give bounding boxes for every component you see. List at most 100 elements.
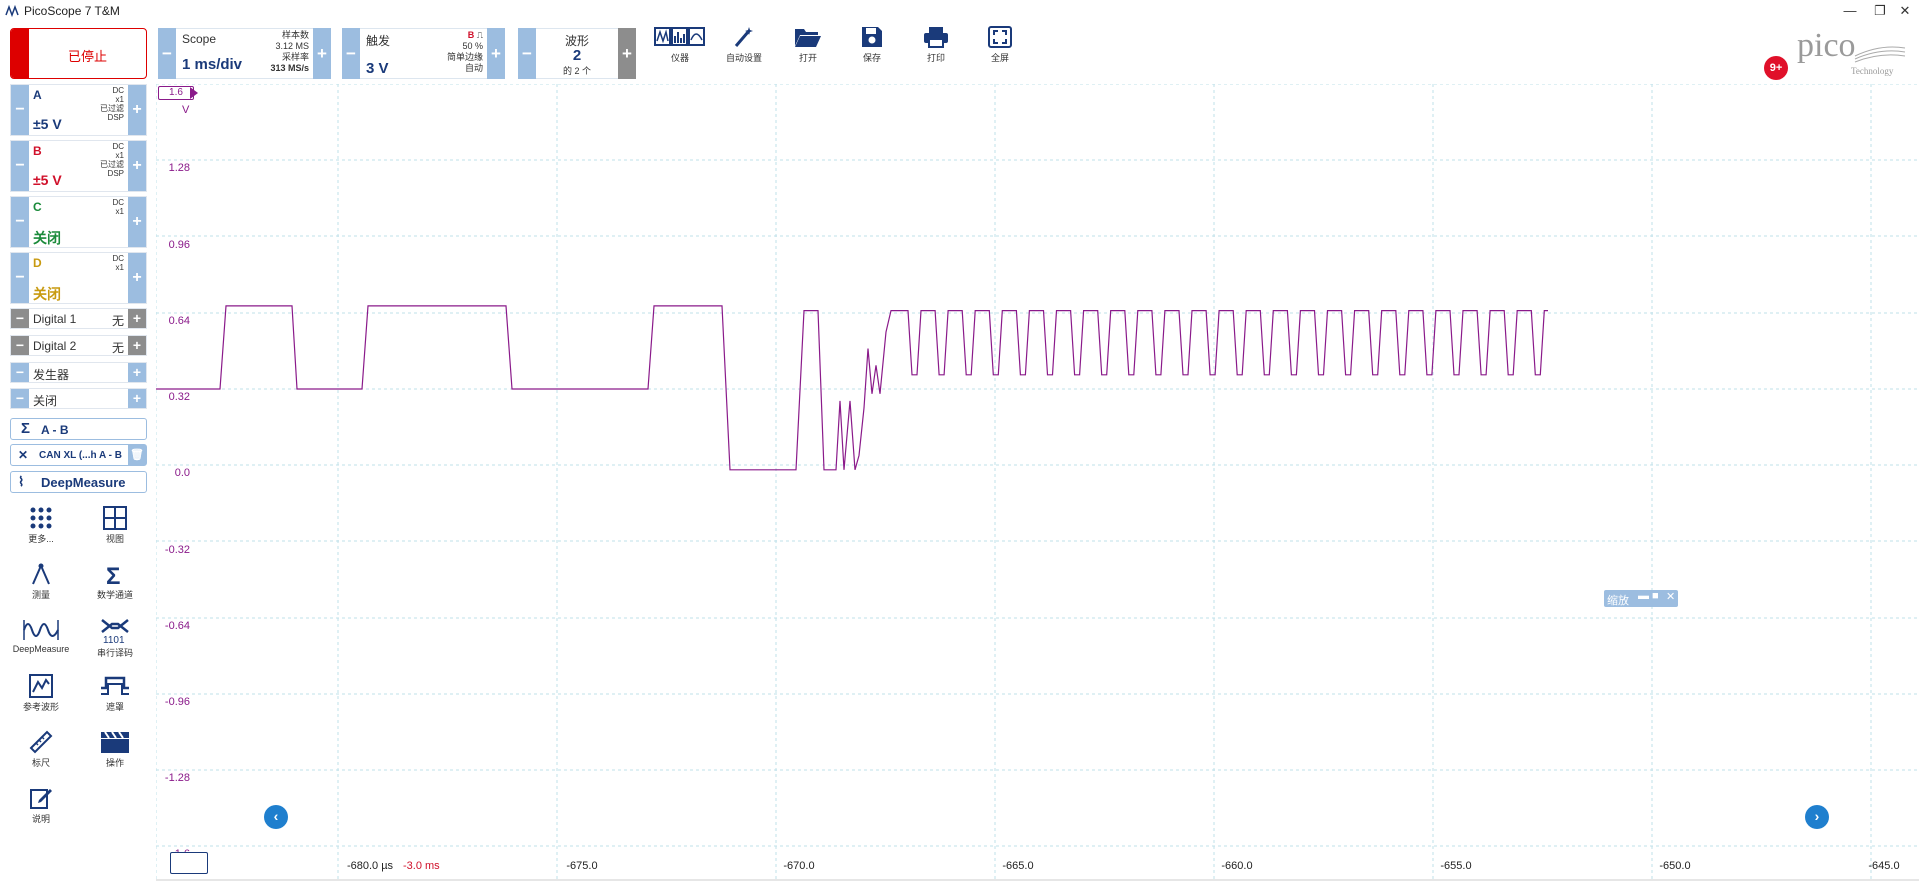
timebase-decrease-button[interactable]: − <box>158 28 176 79</box>
autosetup-button[interactable]: 自动设置 <box>716 26 772 74</box>
zoom-minimize-icon[interactable]: ▬ <box>1638 590 1649 602</box>
digital-2-minus[interactable]: − <box>11 336 29 355</box>
trigger-level: 3 V <box>366 60 389 77</box>
channel-d-control[interactable]: − D 关闭 DC x1 + <box>10 252 147 304</box>
x-axis-start-marker[interactable] <box>170 852 208 874</box>
serial-decode-icon-large: 1101 <box>101 619 129 644</box>
notes-button[interactable]: 说明 <box>6 786 76 838</box>
reference-waveform-button[interactable]: 参考波形 <box>6 674 76 726</box>
x-tick-label: -665.0 <box>1002 860 1034 872</box>
deepmeasure-label: DeepMeasure <box>41 475 126 490</box>
waveform-selector[interactable]: 波形 2 的 2 个 <box>536 28 618 79</box>
printer-icon <box>924 27 948 48</box>
scroll-left-button[interactable]: ‹ <box>264 805 288 829</box>
channel-b-range-up[interactable]: + <box>128 141 146 191</box>
math-channel-a-minus-b[interactable]: Σ A - B <box>10 418 147 440</box>
waveform-next-button[interactable]: + <box>618 28 636 79</box>
generator-state-control[interactable]: − 关闭 + <box>10 388 147 409</box>
generator-state-minus[interactable]: − <box>11 389 29 408</box>
digital-2-control[interactable]: − Digital 2 无 + <box>10 335 147 356</box>
print-button[interactable]: 打印 <box>908 26 964 74</box>
close-window-button[interactable]: ✕ <box>1885 0 1919 22</box>
digital-2-plus[interactable]: + <box>128 336 146 355</box>
decode-label: CAN XL (...h A - B <box>39 450 122 461</box>
measure-button[interactable]: 测量 <box>6 562 76 614</box>
zoom-close-icon[interactable]: ✕ <box>1666 590 1675 603</box>
can-xl-decoder[interactable]: ✕ CAN XL (...h A - B 🗑 <box>10 444 147 466</box>
scope-plot-area[interactable] <box>156 84 1919 885</box>
channel-a-control[interactable]: − A ±5 V DC x1 已过滤 DSP + <box>10 84 147 136</box>
y-tick-label: -0.32 <box>164 544 190 556</box>
serial-decoding-button[interactable]: 1101 串行译码 <box>80 618 150 670</box>
clapperboard-icon <box>101 731 129 753</box>
folder-open-icon <box>795 29 821 47</box>
trigger-control[interactable]: 触发 3 V B ⎍ 50 % 简单边缘 自动 <box>360 28 487 79</box>
channel-c-range: 关闭 <box>33 230 61 246</box>
channel-b-name: B <box>33 144 42 158</box>
sigma-icon-large: Σ <box>106 563 120 586</box>
fullscreen-icon <box>988 26 1012 48</box>
serial-decoding-label: 串行译码 <box>96 648 133 658</box>
generator-plus[interactable]: + <box>128 363 146 382</box>
instrument-button[interactable]: 仪器 <box>652 26 708 74</box>
scroll-right-button[interactable]: › <box>1805 805 1829 829</box>
y-axis-top-marker[interactable]: 1.6 <box>158 86 194 100</box>
timebase-label: Scope <box>182 32 217 46</box>
channel-d-range-up[interactable]: + <box>128 253 146 303</box>
math-channels-label: 数学通道 <box>96 590 133 600</box>
digital-1-plus[interactable]: + <box>128 309 146 328</box>
measure-compass-icon <box>32 563 50 585</box>
serial-decode-icon: ✕ <box>18 448 29 462</box>
channel-c-range-down[interactable]: − <box>11 197 29 247</box>
trigger-increase-button[interactable]: + <box>487 28 505 79</box>
digital-1-value: 无 <box>111 314 124 328</box>
timebase-increase-button[interactable]: + <box>313 28 331 79</box>
open-button[interactable]: 打开 <box>780 26 836 74</box>
channel-b-control[interactable]: − B ±5 V DC x1 已过滤 DSP + <box>10 140 147 192</box>
channel-d-range-down[interactable]: − <box>11 253 29 303</box>
trash-icon[interactable]: 🗑 <box>128 445 146 465</box>
print-label: 打印 <box>926 53 945 63</box>
save-button[interactable]: 保存 <box>844 26 900 74</box>
waveform-number: 2 <box>572 47 582 64</box>
ruler-button[interactable]: 标尺 <box>6 730 76 782</box>
waveform-previous-button[interactable]: − <box>518 28 536 79</box>
zoom-overview-box[interactable]: 缩放 ▬ ■ ✕ <box>1604 590 1678 607</box>
y-tick-label: -0.64 <box>164 620 190 632</box>
channel-c-control[interactable]: − C 关闭 DC x1 + <box>10 196 147 248</box>
deepmeasure-tool-label: DeepMeasure <box>12 644 70 654</box>
trigger-decrease-button[interactable]: − <box>342 28 360 79</box>
generator-control[interactable]: − 发生器 + <box>10 362 147 383</box>
mask-button[interactable]: 遮罩 <box>80 674 150 726</box>
timebase-control[interactable]: Scope 1 ms/div 样本数 3.12 MS 采样率 313 MS/s <box>176 28 313 79</box>
sigma-icon: Σ <box>21 420 31 437</box>
channel-a-range-down[interactable]: − <box>11 85 29 135</box>
views-button[interactable]: 视图 <box>80 506 150 558</box>
zoom-restore-icon[interactable]: ■ <box>1652 590 1659 602</box>
save-disk-icon <box>862 27 882 47</box>
math-channels-button[interactable]: Σ 数学通道 <box>80 562 150 614</box>
channel-c-settings: DC x1 <box>112 198 124 216</box>
deepmeasure-button[interactable]: DeepMeasure <box>6 618 76 670</box>
more-button[interactable]: 更多... <box>6 506 76 558</box>
channel-b-range-down[interactable]: − <box>11 141 29 191</box>
generator-state-plus[interactable]: + <box>128 389 146 408</box>
channel-c-range-up[interactable]: + <box>128 197 146 247</box>
notifications-badge[interactable]: 9+ <box>1764 56 1788 80</box>
channel-a-range-up[interactable]: + <box>128 85 146 135</box>
svg-text:Technology: Technology <box>1851 66 1894 76</box>
digital-1-minus[interactable]: − <box>11 309 29 328</box>
run-stop-button[interactable]: 已停止 <box>10 28 147 79</box>
deepmeasure-item[interactable]: ⌇ DeepMeasure <box>10 471 147 493</box>
channel-d-settings: DC x1 <box>112 254 124 272</box>
y-tick-label: -0.96 <box>164 696 190 708</box>
waveform-count: 的 2 个 <box>562 66 591 76</box>
fullscreen-button[interactable]: 全屏 <box>972 26 1028 74</box>
instrument-icon <box>654 27 705 46</box>
actions-button[interactable]: 操作 <box>80 730 150 782</box>
digital-1-control[interactable]: − Digital 1 无 + <box>10 308 147 329</box>
plot-grid <box>156 84 1919 880</box>
window-title: PicoScope 7 T&M <box>24 4 120 18</box>
generator-minus[interactable]: − <box>11 363 29 382</box>
digital-2-value: 无 <box>111 341 124 355</box>
